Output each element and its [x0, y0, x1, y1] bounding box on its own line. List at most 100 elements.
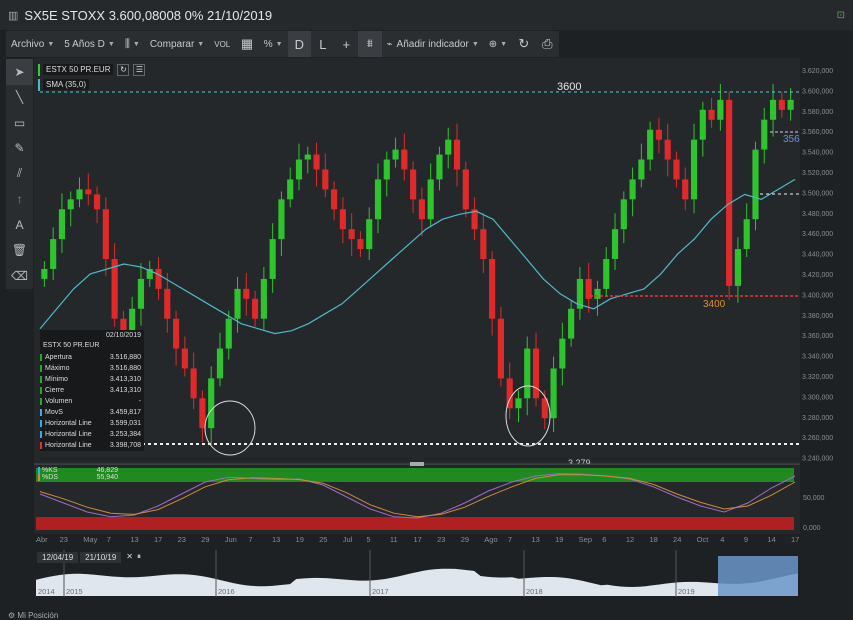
tooltip-row-value: 3.413,310	[109, 387, 141, 394]
instrument-swatch	[38, 63, 40, 76]
refresh-button[interactable]: ↻	[512, 31, 535, 57]
price-axis-label: 3.360,000	[802, 333, 833, 340]
line-label: L	[319, 36, 327, 52]
arrow-tool[interactable]: ↑	[6, 187, 33, 213]
price-axis-label: 3.580,000	[802, 109, 833, 116]
price-axis-label: 3.240,000	[802, 456, 833, 463]
date-axis-label: Abr	[36, 535, 48, 544]
date-axis-label: 17	[154, 535, 162, 544]
archivo-label: Archivo	[11, 38, 45, 50]
crosshair-button[interactable]: +	[335, 31, 358, 57]
chevron-down-icon: ▼	[275, 40, 283, 48]
eraser-icon: ⌫	[11, 268, 28, 283]
price-chart-panel[interactable]	[34, 58, 800, 463]
chevron-down-icon: ▼	[107, 40, 115, 48]
date-axis-label: 13	[272, 535, 280, 544]
date-axis-label: 29	[461, 535, 469, 544]
window-title: SX5E STOXX 3.600,08008 0% 21/10/2019	[24, 7, 273, 23]
volume-button[interactable]: VOL	[209, 31, 235, 57]
text-tool[interactable]: A	[6, 212, 33, 238]
refresh-icon: ↻	[518, 36, 530, 51]
percent-menu[interactable]: % ▼	[259, 31, 288, 57]
tooltip-row-label: Horizontal Line	[40, 431, 92, 438]
price-axis-label: 3.520,000	[802, 170, 833, 177]
legend-instrument[interactable]: ESTX 50 PR.EUR ↻ ☰	[38, 62, 146, 77]
settings-icon[interactable]: ☰	[133, 63, 146, 76]
overlay-button[interactable]: ⩩	[358, 31, 382, 57]
legend-sma[interactable]: SMA (35,0)	[38, 77, 145, 92]
rectangle-tool[interactable]: ▭	[6, 110, 33, 136]
date-axis-label: 7	[508, 535, 512, 544]
date-axis-label: 19	[296, 535, 304, 544]
price-axis-label: 3.560,000	[802, 129, 833, 136]
text-tool-icon: A	[15, 217, 24, 232]
price-axis-label: 3.460,000	[802, 231, 833, 238]
archivo-menu[interactable]: Archivo ▼	[6, 31, 59, 57]
tooltip-row: Horizontal Line 3.253,384	[40, 429, 144, 440]
grid-button[interactable]: ▦	[235, 31, 258, 57]
close-icon[interactable]: ✕	[126, 552, 133, 563]
date-axis-label: 17	[791, 535, 799, 544]
delete-tool[interactable]: 🗑	[6, 238, 33, 264]
navigator-end-date[interactable]: 21/10/19	[80, 552, 122, 563]
period-menu[interactable]: 5 Años D ▼	[59, 31, 120, 57]
daily-button[interactable]: D	[287, 31, 312, 57]
tooltip-row-label: Apertura	[40, 354, 72, 361]
add-indicator-menu[interactable]: ⌁ Añadir indicador ▼	[382, 31, 484, 57]
price-axis-label: 3.340,000	[802, 354, 833, 361]
price-axis-label: 3.260,000	[802, 435, 833, 442]
tooltip-row-label: MovS	[40, 409, 63, 416]
data-tooltip-panel: 02/10/2019 ESTX 50 PR.EUR Apertura 3.516,…	[40, 330, 144, 451]
tooltip-row: MovS 3.459,817	[40, 407, 144, 418]
percent-label: %	[263, 38, 273, 50]
print-button[interactable]: ⎙	[536, 31, 559, 57]
navigator-year-label: 2019	[678, 587, 695, 596]
price-axis-label: 3.280,000	[802, 415, 833, 422]
title-bar: ▥ SX5E STOXX 3.600,08008 0% 21/10/2019 ⊡	[0, 0, 853, 30]
tooltip-date: 02/10/2019	[105, 332, 141, 339]
cursor-tool[interactable]: ➤	[6, 59, 33, 85]
chart-type-menu[interactable]: ⫼ ▼	[120, 31, 145, 57]
tooltip-row-value: 3.253,384	[109, 431, 141, 438]
candlestick-icon: ⫼	[124, 37, 130, 50]
tooltip-row-value: 3.459,817	[109, 409, 141, 416]
brush-tool[interactable]: ✎	[6, 136, 33, 162]
zoom-menu[interactable]: ⊕ ▼	[484, 31, 512, 57]
date-axis-label: 7	[107, 535, 111, 544]
navigator-start-date[interactable]: 12/04/19	[37, 552, 79, 563]
window-control-icon[interactable]: ⊡	[837, 10, 845, 21]
ds-label: %DS	[38, 474, 58, 481]
add-indicator-label: Añadir indicador	[396, 38, 469, 50]
tooltip-row-label: Horizontal Line	[40, 442, 92, 449]
pause-icon[interactable]: ⏸	[137, 552, 141, 563]
date-axis-label: Oct	[697, 535, 710, 544]
tooltip-row-label: Máximo	[40, 365, 70, 372]
zoom-icon: ⊕	[488, 38, 498, 50]
arrow-tool-icon: ↑	[16, 192, 23, 207]
date-axis-label: 11	[390, 535, 398, 544]
rectangle-tool-icon: ▭	[13, 115, 26, 130]
comparar-menu[interactable]: Comparar ▼	[145, 31, 209, 57]
price-axis-label: 3.400,000	[802, 292, 833, 299]
refresh-icon[interactable]: ↻	[117, 63, 130, 76]
oversold-zone	[36, 517, 794, 530]
date-axis-label: 29	[201, 535, 209, 544]
channel-tool[interactable]: ⫽	[6, 161, 33, 187]
line-tool[interactable]: ╲	[6, 85, 33, 111]
tooltip-row-label: Mínimo	[40, 376, 68, 383]
footer-bar: ⚙ Mi Posición	[0, 611, 853, 620]
date-axis-label: 13	[531, 535, 539, 544]
stochastic-ds-line	[39, 474, 796, 518]
tooltip-rows: Apertura 3.516,880 Máximo 3.516,880 Mínimo 3.…	[40, 352, 144, 451]
stochastic-ks-line	[39, 473, 796, 519]
eraser-tool[interactable]: ⌫	[6, 263, 33, 289]
date-axis-label: 18	[649, 535, 657, 544]
indicator-icon: ⌁	[386, 38, 393, 50]
date-axis-label: 6	[602, 535, 606, 544]
line-button[interactable]: L	[311, 31, 334, 57]
tooltip-row: Horizontal Line 3.599,031	[40, 418, 144, 429]
tooltip-header: 02/10/2019	[40, 330, 144, 341]
footer-text[interactable]: Mi Posición	[17, 611, 58, 620]
osc-axis-0: 0,000	[803, 525, 821, 532]
printer-icon: ⎙	[542, 36, 553, 51]
